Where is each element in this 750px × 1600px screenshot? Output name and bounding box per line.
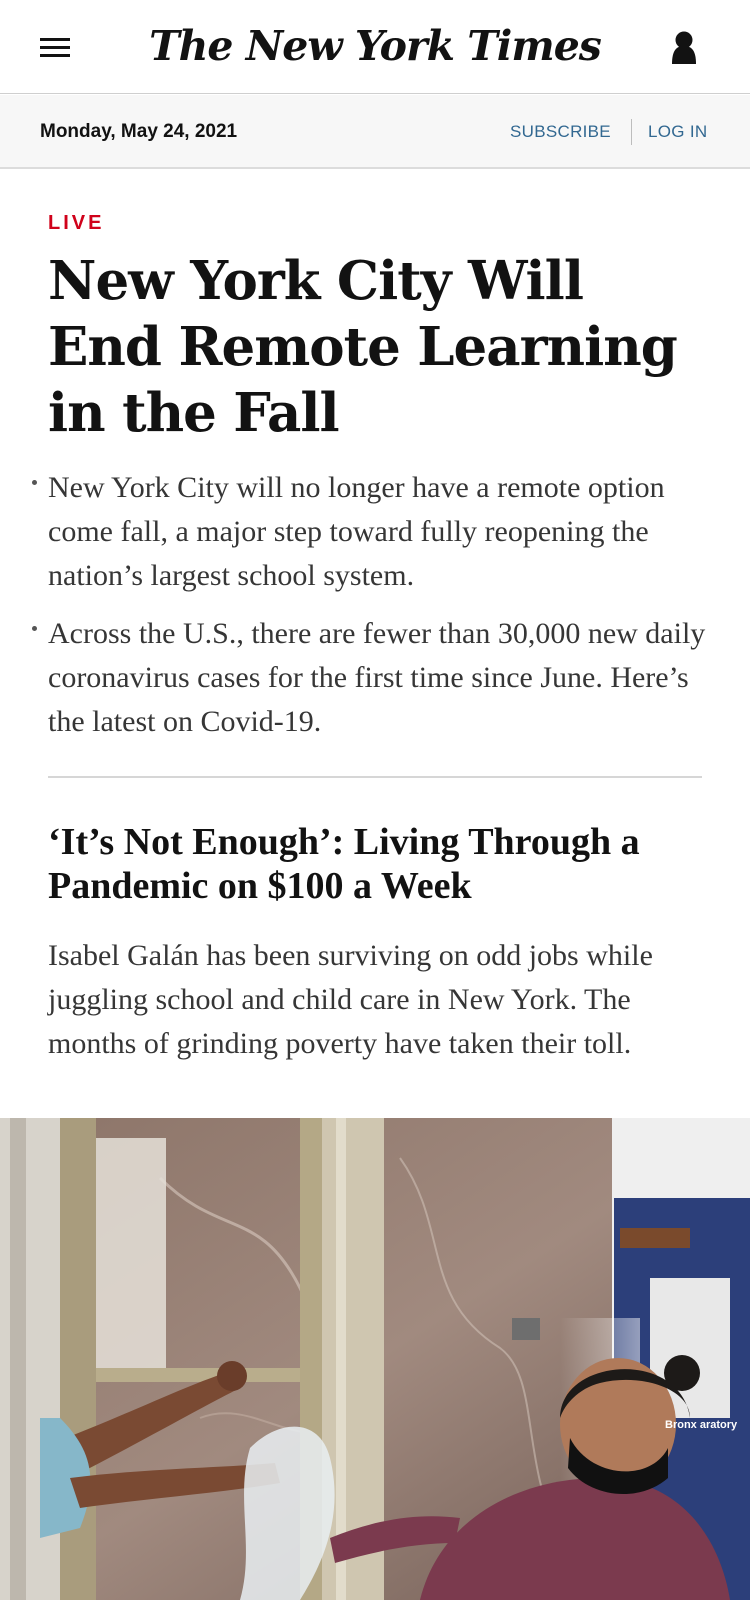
second-story-summary: Isabel Galán has been surviving on odd j… — [48, 939, 653, 1060]
photo-sign-text: Bronx aratory — [665, 1419, 738, 1431]
lead-story-summary-list: New York City will no longer have a remo… — [32, 466, 708, 758]
summary-bullet: New York City will no longer have a remo… — [32, 466, 708, 598]
link-divider — [631, 119, 632, 145]
date-bar: Monday, May 24, 2021 SUBSCRIBE LOG IN — [0, 95, 750, 169]
story-photo[interactable]: Bronx aratory — [0, 1118, 750, 1600]
subscribe-link[interactable]: SUBSCRIBE — [510, 122, 611, 142]
summary-bullet-text[interactable]: New York City will no longer have a remo… — [48, 471, 665, 592]
nyt-logo[interactable]: The New York Times — [135, 22, 615, 70]
summary-bullet: Across the U.S., there are fewer than 30… — [32, 612, 708, 744]
summary-bullet-text[interactable]: Across the U.S., there are fewer than 30… — [48, 617, 705, 738]
story-photo-illustration: Bronx aratory — [0, 1118, 750, 1600]
lead-story-headline[interactable]: New York City Will End Remote Learning i… — [48, 248, 708, 446]
current-date: Monday, May 24, 2021 — [40, 121, 238, 142]
user-account-icon[interactable] — [672, 28, 720, 70]
top-navigation-bar: The New York Times — [0, 0, 750, 94]
live-badge: LIVE — [48, 212, 105, 234]
login-link[interactable]: LOG IN — [648, 122, 707, 142]
section-divider — [48, 776, 702, 778]
hamburger-menu-icon[interactable] — [32, 30, 76, 66]
second-story-headline[interactable]: ‘It’s Not Enough’: Living Through a Pand… — [48, 820, 718, 908]
